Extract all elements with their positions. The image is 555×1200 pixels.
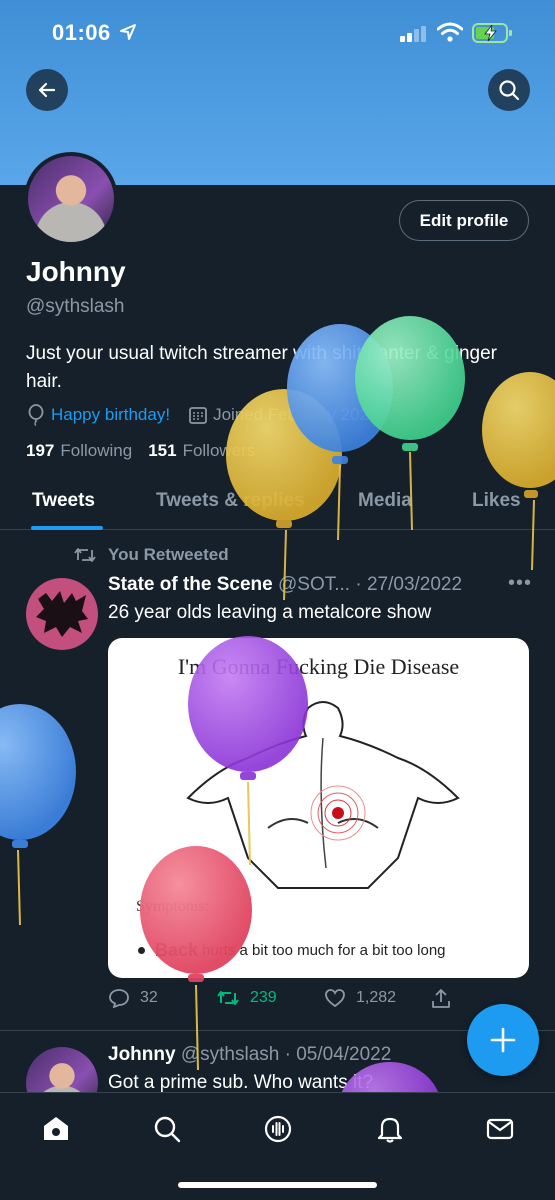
followers-count: 151 [148, 441, 177, 460]
home-indicator [178, 1182, 377, 1188]
cellular-signal-icon [400, 26, 426, 42]
retweet-icon [74, 548, 96, 562]
tweet-text: 26 year olds leaving a metalcore show [108, 602, 432, 623]
followers-link[interactable]: 151 Followers [148, 441, 255, 461]
tweet-media[interactable]: I'm Gonna Fucking Die Disease Symptoms: … [108, 638, 529, 978]
edit-profile-button[interactable]: Edit profile [399, 200, 529, 241]
retweet-button[interactable]: 239 [216, 988, 277, 1008]
plus-icon [490, 1027, 516, 1053]
reply-button[interactable]: 32 [108, 988, 158, 1008]
compose-tweet-button[interactable] [467, 1004, 539, 1076]
tab-tweets-replies[interactable]: Tweets & replies [156, 490, 305, 512]
heart-icon [325, 989, 345, 1008]
search-icon [154, 1116, 181, 1143]
status-time: 01:06 [52, 20, 111, 45]
calendar-icon [189, 407, 207, 424]
profile-name: Johnny [26, 256, 126, 287]
media-title: I'm Gonna Fucking Die Disease [177, 654, 460, 679]
tab-tweets[interactable]: Tweets [32, 490, 95, 512]
author-avatar[interactable] [26, 578, 98, 650]
media-bullet-text: hurts a bit too much for a bit too long [202, 942, 446, 959]
bullet-dot [138, 947, 145, 954]
tweet-handle-date: @SOT... · 27/03/2022 [278, 574, 463, 595]
tweet-actions: 32 239 1,282 [108, 988, 458, 1014]
tab-media[interactable]: Media [358, 490, 412, 512]
arrow-left-icon [38, 82, 56, 98]
media-bullet: Back hurts a bit too much for a bit too … [138, 940, 446, 961]
nav-messages[interactable] [482, 1111, 518, 1147]
profile-tabs: Tweets Tweets & replies Media Likes [0, 476, 555, 530]
share-button[interactable] [430, 988, 462, 1010]
band-logo [36, 591, 88, 637]
media-bullet-bold: Back [155, 940, 199, 960]
joined-date: Joined February 2020 [188, 405, 378, 425]
bell-icon [377, 1117, 403, 1143]
retweet-context: You Retweeted [74, 545, 229, 565]
profile-bio: Just your usual twitch streamer with shi… [26, 343, 497, 392]
mail-icon [486, 1118, 514, 1140]
joined-label: Joined February 2020 [213, 405, 379, 424]
battery-charging-icon [472, 23, 512, 43]
tab-likes[interactable]: Likes [472, 490, 521, 512]
active-tab-indicator [31, 526, 103, 530]
spaces-icon [264, 1115, 292, 1143]
tweet-header: Johnny @sythslash · 05/04/2022 [108, 1044, 391, 1066]
status-bar: 01:06 [0, 0, 555, 66]
search-icon [499, 80, 520, 101]
nav-notifications[interactable] [372, 1111, 408, 1147]
tweet-handle-date: @sythslash · 05/04/2022 [180, 1044, 392, 1065]
profile-avatar[interactable] [24, 152, 118, 246]
location-arrow-icon [120, 24, 136, 40]
balloon-blue [0, 704, 76, 926]
following-count: 197 [26, 441, 55, 460]
like-count: 1,282 [356, 989, 397, 1006]
birthday-link[interactable]: Happy birthday! [26, 404, 170, 426]
nav-home[interactable] [38, 1111, 74, 1147]
profile-handle: @sythslash [26, 296, 125, 317]
retweet-count: 239 [250, 989, 277, 1006]
nav-search[interactable] [149, 1111, 185, 1147]
tweet-author[interactable]: Johnny [108, 1044, 176, 1065]
search-button[interactable] [488, 69, 530, 111]
tweet-author[interactable]: State of the Scene [108, 574, 273, 595]
media-symptoms: Symptoms: [136, 898, 209, 915]
more-options-icon[interactable]: ••• [508, 572, 532, 595]
reply-icon [109, 989, 129, 1008]
tweet-text: Got a prime sub. Who wants it? [108, 1072, 374, 1093]
wifi-icon [437, 22, 463, 42]
profile-meta: Happy birthday! Joined February 2020 [26, 403, 378, 427]
back-button[interactable] [26, 69, 68, 111]
following-link[interactable]: 197 Following [26, 441, 132, 461]
retweet-label: You Retweeted [108, 545, 229, 564]
followers-label: Followers [182, 441, 256, 460]
nav-spaces[interactable] [260, 1111, 296, 1147]
tweet-header: State of the Scene @SOT... · 27/03/2022 [108, 574, 528, 596]
home-icon [44, 1117, 68, 1140]
balloon-icon [28, 404, 44, 426]
like-button[interactable]: 1,282 [324, 988, 396, 1008]
balloon-yellow [482, 372, 555, 571]
reply-count: 32 [140, 989, 158, 1006]
birthday-label: Happy birthday! [51, 405, 171, 424]
retweet-icon [217, 991, 239, 1005]
share-icon [432, 989, 450, 1008]
follow-stats: 197 Following 151 Followers [26, 441, 271, 461]
back-pain-illustration [186, 701, 460, 889]
following-label: Following [60, 441, 133, 460]
